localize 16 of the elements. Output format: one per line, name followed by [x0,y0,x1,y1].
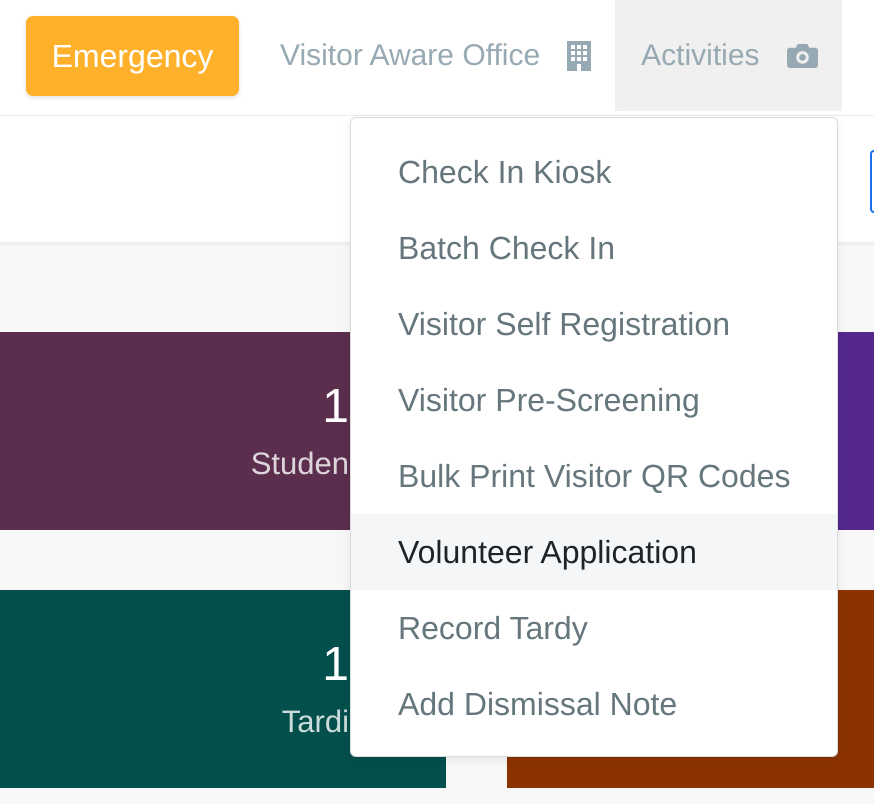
building-icon [567,40,592,70]
menu-item[interactable]: Bulk Print Visitor QR Codes [351,438,837,514]
menu-item[interactable]: Volunteer Application [351,514,837,590]
stat-label: Tardi [282,704,349,740]
stat-value: 1 [322,380,349,434]
nav-tab[interactable]: Visitor Aware Office [256,0,616,111]
stat-label: Studen [250,446,349,482]
stat-value: 1 [322,638,349,692]
camera-icon [786,43,818,68]
menu-item[interactable]: Batch Check In [351,210,837,286]
menu-item[interactable]: Add Dismissal Note [351,666,837,742]
menu-item[interactable]: Visitor Pre-Screening [351,362,837,438]
menu-item[interactable]: Record Tardy [351,590,837,666]
menu-item[interactable]: Visitor Self Registration [351,286,837,362]
partial-button[interactable] [870,150,874,213]
menu-item[interactable]: Check In Kiosk [351,134,837,210]
